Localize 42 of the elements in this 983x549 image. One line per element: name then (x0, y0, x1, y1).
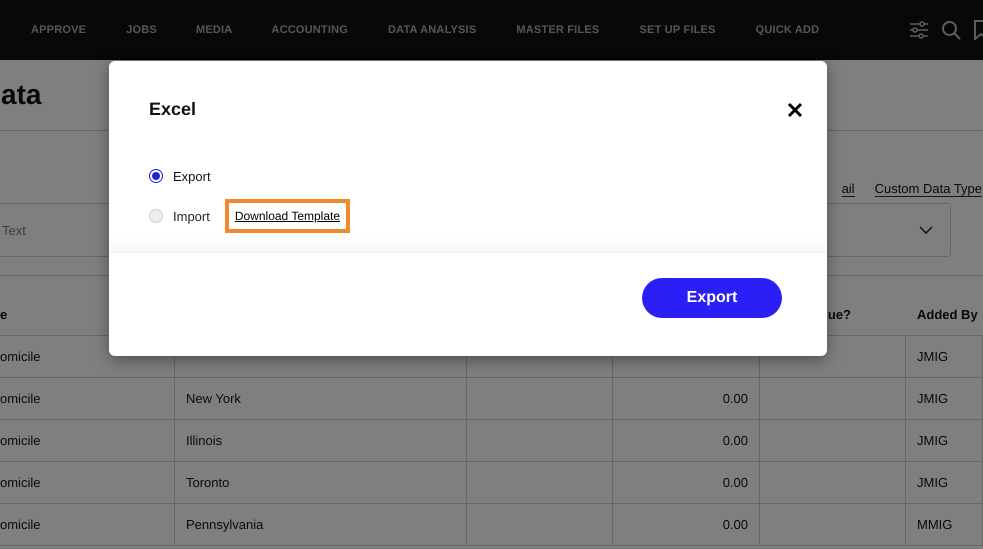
table-cell: JMIG (917, 433, 948, 448)
table-cell: Pennsylvania (186, 517, 264, 532)
chevron-down-icon (919, 226, 933, 234)
table-cell: JMIG (917, 349, 948, 364)
filter-link[interactable]: Custom Data Type (874, 181, 982, 197)
table-cell: MMIG (917, 517, 952, 532)
radio-button[interactable] (149, 169, 163, 183)
table-cell: 0.00 (722, 517, 748, 532)
filter-link[interactable]: ail (842, 181, 855, 197)
table-cell: 0.00 (722, 475, 748, 490)
table-cell: JMIG (917, 475, 948, 490)
download-template-link[interactable]: Download Template (224, 199, 350, 233)
export-button[interactable]: Export (642, 278, 782, 318)
sliders-icon[interactable] (909, 21, 929, 39)
search-icon[interactable] (941, 20, 961, 40)
table-cell: omicile (0, 391, 40, 406)
table-cell: omicile (0, 433, 40, 448)
nav-item[interactable]: QUICK ADD (756, 24, 820, 36)
nav-item[interactable]: APPROVE (31, 24, 86, 36)
nav-item[interactable]: MASTER FILES (516, 24, 600, 36)
page-title: ata (1, 79, 42, 111)
nav-item[interactable]: JOBS (126, 24, 157, 36)
nav-item[interactable]: SET UP FILES (639, 24, 716, 36)
column-header: Added By (916, 306, 979, 324)
radio-label: Export (173, 168, 211, 184)
table-cell: omicile (0, 475, 40, 490)
nav-item[interactable]: DATA ANALYSIS (388, 24, 476, 36)
column-header: e (0, 306, 8, 324)
dialog-title: Excel (149, 99, 196, 120)
nav-item[interactable]: ACCOUNTING (271, 24, 348, 36)
table-cell: JMIG (917, 391, 948, 406)
nav-item[interactable]: MEDIA (196, 24, 232, 36)
table-cell: 0.00 (722, 391, 748, 406)
table-cell: Toronto (186, 475, 230, 490)
radio-label: Import (173, 208, 210, 224)
table-cell: 0.00 (722, 433, 748, 448)
table-cell: New York (186, 391, 241, 406)
table-cell: omicile (0, 517, 40, 532)
column-header: ue? (826, 306, 852, 324)
table-cell: Illinois (186, 433, 222, 448)
close-icon[interactable] (787, 102, 803, 118)
table-cell: omicile (0, 349, 40, 364)
